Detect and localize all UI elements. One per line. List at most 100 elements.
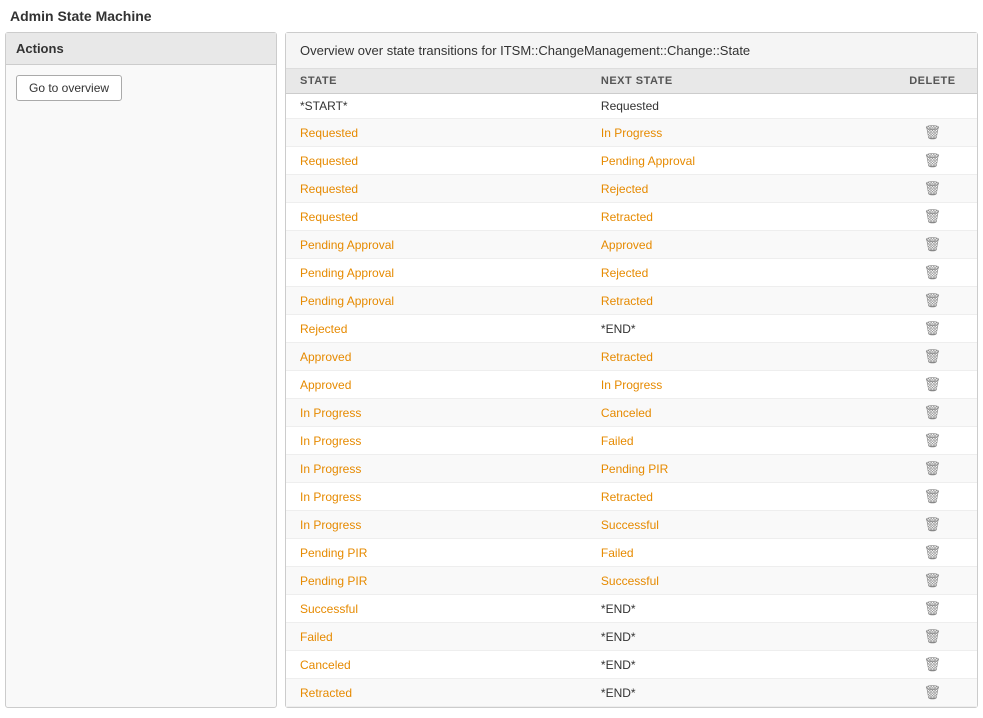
delete-icon[interactable]: 🗑: [924, 600, 942, 617]
delete-icon[interactable]: 🗑: [924, 152, 942, 169]
state-link[interactable]: In Progress: [300, 406, 361, 420]
delete-icon[interactable]: 🗑: [924, 208, 942, 225]
next-state-cell: *END*: [587, 651, 888, 679]
next-state-cell: Retracted: [587, 483, 888, 511]
state-cell: Pending Approval: [286, 231, 587, 259]
state-link[interactable]: Successful: [300, 602, 358, 616]
state-cell: Pending Approval: [286, 259, 587, 287]
delete-cell: 🗑: [888, 595, 977, 623]
state-link[interactable]: Retracted: [300, 686, 352, 700]
state-link[interactable]: In Progress: [300, 518, 361, 532]
state-link[interactable]: Canceled: [300, 658, 351, 672]
delete-icon[interactable]: 🗑: [924, 180, 942, 197]
next-state-link[interactable]: Canceled: [601, 406, 652, 420]
delete-icon[interactable]: 🗑: [924, 544, 942, 561]
delete-icon[interactable]: 🗑: [924, 376, 942, 393]
next-state-cell: Successful: [587, 567, 888, 595]
state-cell: Requested: [286, 147, 587, 175]
table-row: In Progress Retracted 🗑: [286, 483, 977, 511]
delete-icon[interactable]: 🗑: [924, 516, 942, 533]
table-row: *START*Requested: [286, 94, 977, 119]
delete-icon[interactable]: 🗑: [924, 320, 942, 337]
state-link[interactable]: Requested: [300, 210, 358, 224]
delete-icon[interactable]: 🗑: [924, 348, 942, 365]
delete-cell: 🗑: [888, 231, 977, 259]
next-state-link[interactable]: Retracted: [601, 210, 653, 224]
delete-cell: 🗑: [888, 651, 977, 679]
state-cell: Rejected: [286, 315, 587, 343]
next-state-link[interactable]: Pending PIR: [601, 462, 668, 476]
delete-cell: 🗑: [888, 567, 977, 595]
state-cell: Requested: [286, 119, 587, 147]
state-cell: Pending PIR: [286, 567, 587, 595]
next-state-cell: In Progress: [587, 119, 888, 147]
delete-icon[interactable]: 🗑: [924, 628, 942, 645]
state-link[interactable]: Pending Approval: [300, 294, 394, 308]
next-state-link[interactable]: Rejected: [601, 182, 648, 196]
state-cell: In Progress: [286, 483, 587, 511]
table-row: Requested Rejected 🗑: [286, 175, 977, 203]
table-row: In Progress Failed 🗑: [286, 427, 977, 455]
next-state-link[interactable]: Failed: [601, 546, 634, 560]
state-link[interactable]: Approved: [300, 378, 351, 392]
sidebar: Actions Go to overview: [5, 32, 277, 708]
state-link[interactable]: In Progress: [300, 490, 361, 504]
delete-icon[interactable]: 🗑: [924, 236, 942, 253]
table-header-row: STATE NEXT STATE DELETE: [286, 69, 977, 94]
state-cell: Canceled: [286, 651, 587, 679]
next-state-link[interactable]: Approved: [601, 238, 652, 252]
table-row: In Progress Pending PIR 🗑: [286, 455, 977, 483]
delete-icon[interactable]: 🗑: [924, 684, 942, 701]
state-link[interactable]: In Progress: [300, 462, 361, 476]
state-link[interactable]: In Progress: [300, 434, 361, 448]
delete-icon[interactable]: 🗑: [924, 404, 942, 421]
table-row: Successful*END*🗑: [286, 595, 977, 623]
delete-icon[interactable]: 🗑: [924, 656, 942, 673]
delete-cell: 🗑: [888, 147, 977, 175]
table-row: Pending Approval Approved 🗑: [286, 231, 977, 259]
delete-icon[interactable]: 🗑: [924, 460, 942, 477]
delete-icon[interactable]: 🗑: [924, 124, 942, 141]
next-state-cell: Retracted: [587, 203, 888, 231]
delete-icon[interactable]: 🗑: [924, 264, 942, 281]
col-next-state: NEXT STATE: [587, 69, 888, 94]
delete-cell: 🗑: [888, 539, 977, 567]
next-state-link[interactable]: Rejected: [601, 266, 648, 280]
next-state-link[interactable]: Pending Approval: [601, 154, 695, 168]
next-state-link[interactable]: In Progress: [601, 378, 662, 392]
next-state-link[interactable]: Successful: [601, 574, 659, 588]
state-link[interactable]: Pending PIR: [300, 546, 367, 560]
state-cell: Retracted: [286, 679, 587, 707]
next-state-cell: Successful: [587, 511, 888, 539]
state-link[interactable]: Requested: [300, 182, 358, 196]
delete-icon[interactable]: 🗑: [924, 292, 942, 309]
next-state-cell: *END*: [587, 679, 888, 707]
delete-cell: 🗑: [888, 371, 977, 399]
delete-cell: 🗑: [888, 455, 977, 483]
state-link[interactable]: Pending Approval: [300, 238, 394, 252]
next-state-link[interactable]: Retracted: [601, 490, 653, 504]
state-link[interactable]: Pending PIR: [300, 574, 367, 588]
state-cell: *START*: [286, 94, 587, 119]
delete-icon[interactable]: 🗑: [924, 488, 942, 505]
state-link[interactable]: Failed: [300, 630, 333, 644]
state-link[interactable]: Pending Approval: [300, 266, 394, 280]
state-link[interactable]: Requested: [300, 154, 358, 168]
delete-icon[interactable]: 🗑: [924, 432, 942, 449]
next-state-link[interactable]: Successful: [601, 518, 659, 532]
next-state-link[interactable]: Failed: [601, 434, 634, 448]
next-state-cell: Pending PIR: [587, 455, 888, 483]
state-link[interactable]: Requested: [300, 126, 358, 140]
delete-cell: 🗑: [888, 315, 977, 343]
next-state-cell: Canceled: [587, 399, 888, 427]
state-cell: Pending PIR: [286, 539, 587, 567]
next-state-link[interactable]: In Progress: [601, 126, 662, 140]
go-to-overview-button[interactable]: Go to overview: [16, 75, 122, 101]
next-state-link[interactable]: Retracted: [601, 350, 653, 364]
next-state-link[interactable]: Retracted: [601, 294, 653, 308]
delete-icon[interactable]: 🗑: [924, 572, 942, 589]
state-link[interactable]: Approved: [300, 350, 351, 364]
state-link[interactable]: Rejected: [300, 322, 347, 336]
state-cell: Successful: [286, 595, 587, 623]
next-state-cell: Rejected: [587, 259, 888, 287]
